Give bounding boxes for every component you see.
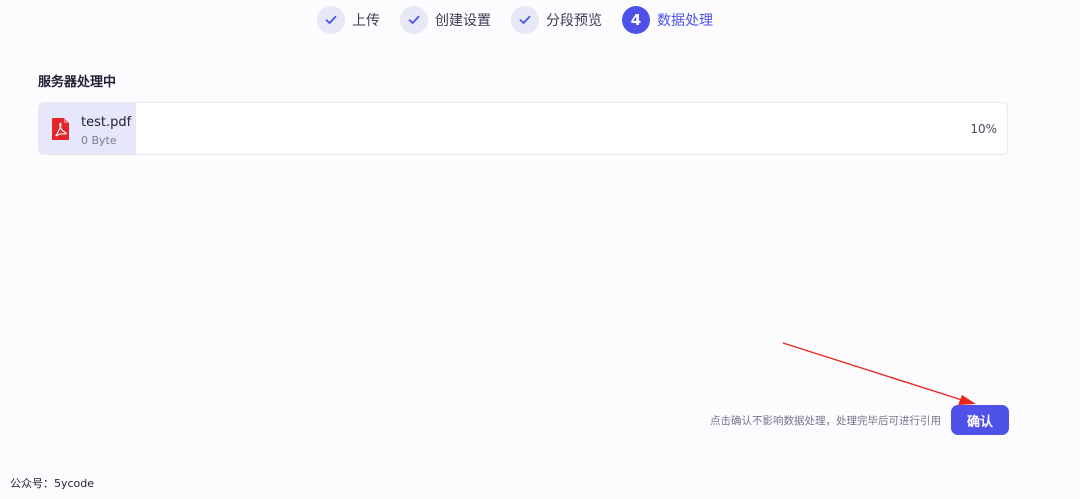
confirm-button[interactable]: 确认 [951, 405, 1009, 435]
section-title: 服务器处理中 [38, 75, 117, 90]
step-segment-preview[interactable]: 分段预览 [511, 6, 602, 34]
check-icon [317, 6, 345, 34]
watermark: 公众号：5ycode [10, 477, 95, 490]
stepper: 上传 创建设置 分段预览 4 数据处理 [317, 5, 733, 35]
pdf-file-icon [51, 117, 71, 141]
step-label: 上传 [352, 13, 380, 29]
step-create-settings[interactable]: 创建设置 [400, 6, 491, 34]
file-size: 0 Byte [81, 134, 117, 147]
file-card: test.pdf 0 Byte 10% [38, 102, 1008, 155]
step-number-badge: 4 [622, 6, 650, 34]
progress-percent: 10% [970, 122, 997, 136]
step-upload[interactable]: 上传 [317, 6, 380, 34]
check-icon [400, 6, 428, 34]
step-label: 分段预览 [546, 13, 602, 29]
confirm-hint: 点击确认不影响数据处理，处理完毕后可进行引用 [710, 415, 941, 427]
step-label: 数据处理 [657, 13, 713, 29]
check-icon [511, 6, 539, 34]
file-name: test.pdf [81, 115, 132, 130]
step-data-processing[interactable]: 4 数据处理 [622, 6, 713, 34]
step-label: 创建设置 [435, 13, 491, 29]
